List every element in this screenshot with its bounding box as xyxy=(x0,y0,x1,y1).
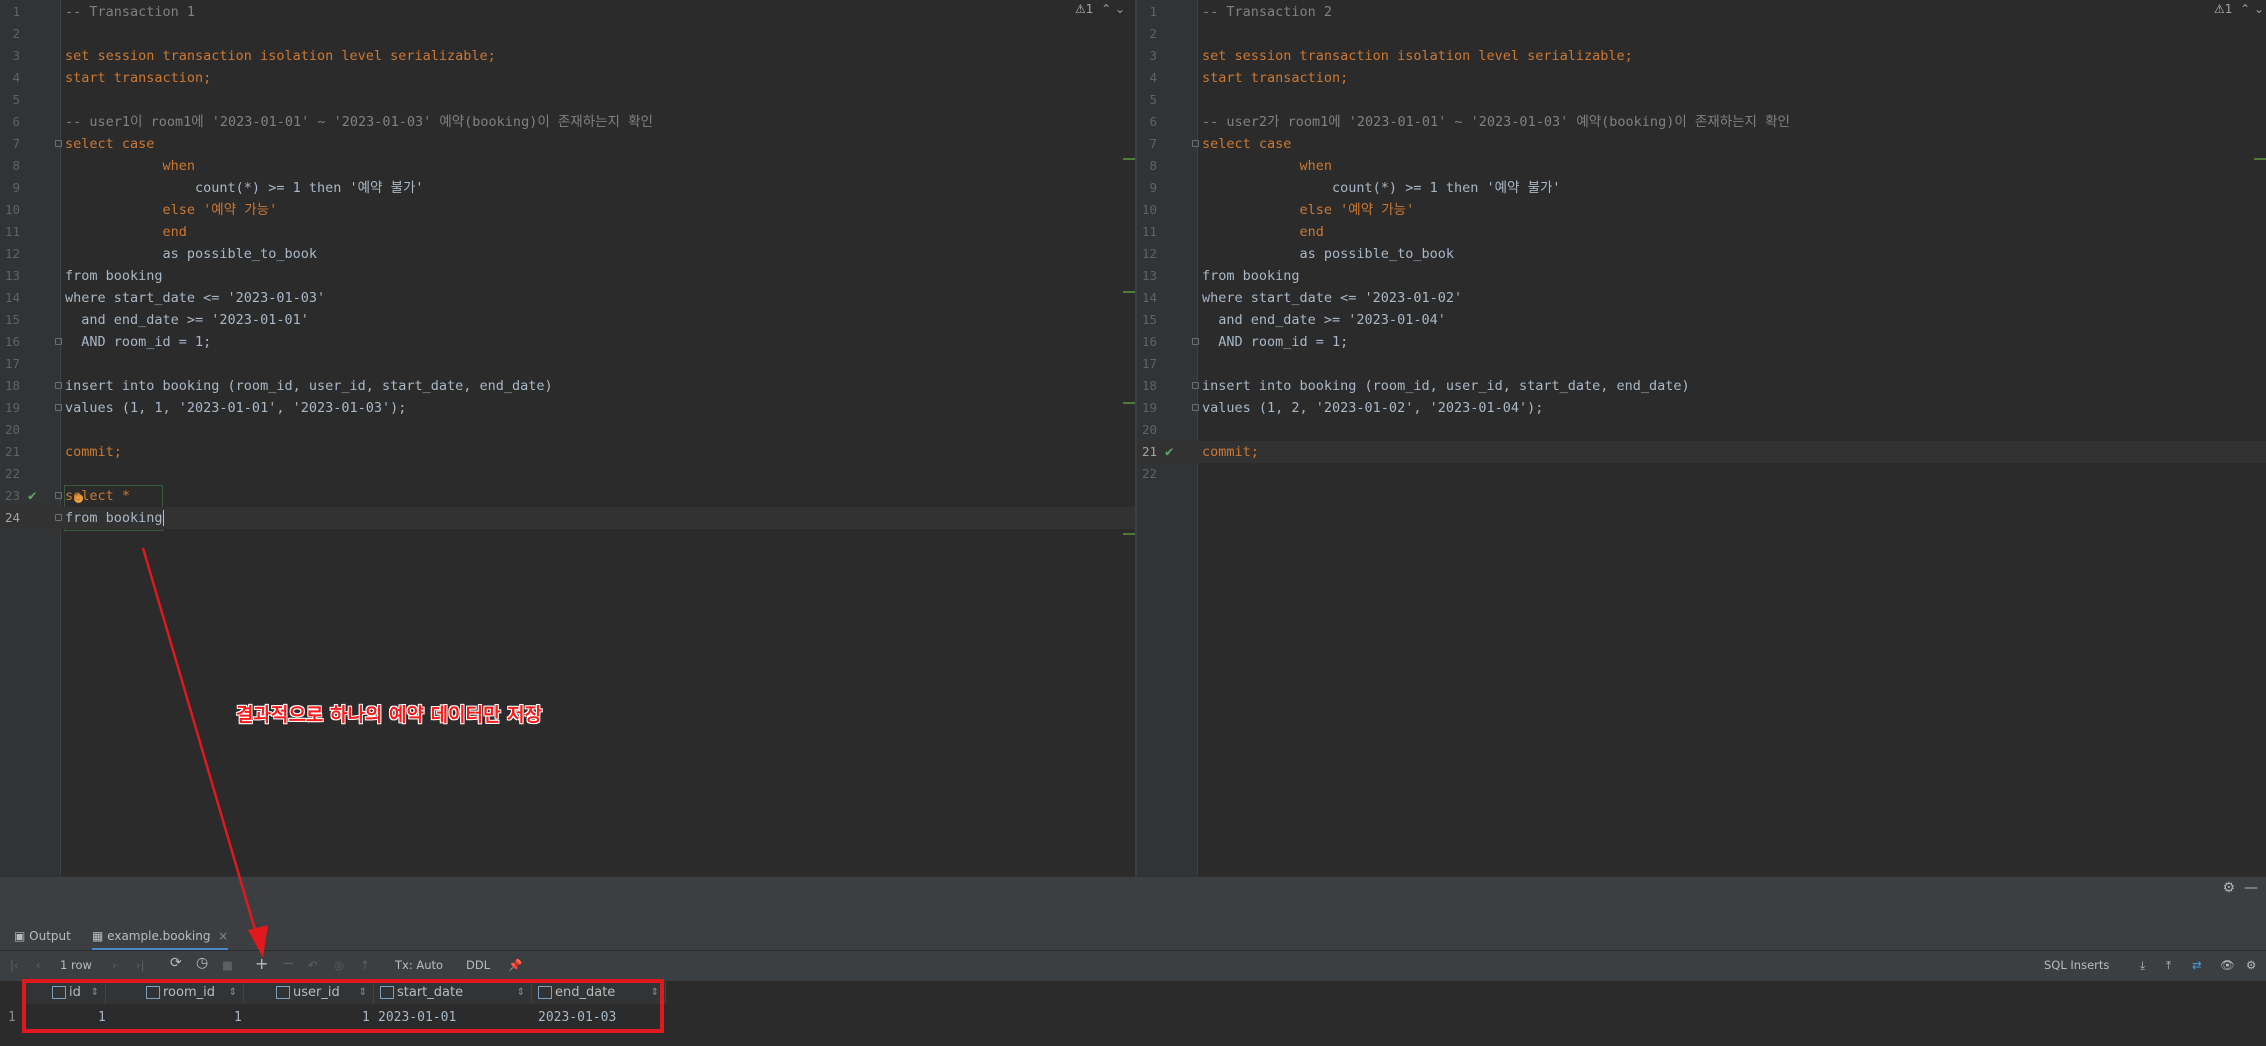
fold-icon[interactable] xyxy=(1192,382,1199,389)
text-caret xyxy=(162,510,164,526)
history-icon[interactable]: ◷ xyxy=(196,955,208,971)
panel-header: ⚙ — xyxy=(0,876,2266,899)
code-line: select * xyxy=(65,488,131,504)
annotation-text: 결과적으로 하나의 예약 데이터만 저장 xyxy=(236,704,543,726)
code-line: set session transaction isolation level … xyxy=(1202,48,1633,64)
code-lines: 1 -- Transaction 2 2 3 set session transac… xyxy=(1137,1,2266,485)
code-line: values (1, 2, '2023-01-02', '2023-01-04'… xyxy=(1202,400,1544,416)
close-icon[interactable]: × xyxy=(218,929,228,943)
editor-transaction-2[interactable]: ⚠1 ⌃ ⌄ 1 -- Transaction 2 2 3 set session … xyxy=(1137,0,2266,876)
code-line: and end_date >= '2023-01-04' xyxy=(1202,312,1446,328)
code-line: AND room_id = 1; xyxy=(65,334,212,350)
fold-icon[interactable] xyxy=(55,382,62,389)
last-page-icon[interactable]: ›| xyxy=(136,958,144,972)
fold-icon[interactable] xyxy=(1192,338,1199,345)
delete-row-icon[interactable]: − xyxy=(282,954,295,972)
results-toolbar: |‹ ‹ 1 row › ›| ⟳ ◷ ■ + − ↶ ◎ ↑ Tx: Auto… xyxy=(0,951,2266,981)
scrollbar-marker xyxy=(1123,533,1135,535)
upload-icon[interactable]: ⤒ xyxy=(2166,958,2171,973)
results-tabbar: ▣ Output ▦ example.booking × xyxy=(0,922,2266,950)
code-line: when xyxy=(65,158,196,174)
code-line: select case xyxy=(65,136,155,152)
submit-icon[interactable]: ↑ xyxy=(360,958,370,972)
annotation-highlight-box xyxy=(22,979,664,1033)
code-line: set session transaction isolation level … xyxy=(65,48,496,64)
code-line: -- Transaction 1 xyxy=(65,4,196,20)
fold-icon[interactable] xyxy=(55,140,62,147)
tx-mode-select[interactable]: Tx: Auto xyxy=(395,958,443,972)
fold-icon[interactable] xyxy=(55,514,62,521)
eye-icon[interactable]: 👁 xyxy=(2220,958,2235,972)
checkmark-icon: ✔ xyxy=(28,488,37,504)
ddl-button[interactable]: DDL xyxy=(466,958,490,972)
download-icon[interactable]: ⤓ xyxy=(2140,958,2145,973)
row-count[interactable]: 1 row xyxy=(60,958,92,972)
fold-icon[interactable] xyxy=(55,338,62,345)
code-line: insert into booking (room_id, user_id, s… xyxy=(65,378,553,394)
code-line: count(*) >= 1 then '예약 불가' xyxy=(65,180,424,196)
gear-icon[interactable]: ⚙ xyxy=(2223,880,2236,896)
code-line: -- user1이 room1에 '2023-01-01' ~ '2023-01… xyxy=(65,114,653,130)
fold-icon[interactable] xyxy=(55,404,62,411)
checkmark-icon: ✔ xyxy=(1165,444,1174,460)
next-page-icon[interactable]: › xyxy=(112,958,117,972)
code-line: insert into booking (room_id, user_id, s… xyxy=(1202,378,1690,394)
fold-icon[interactable] xyxy=(1192,404,1199,411)
compare-icon[interactable]: ⇄ xyxy=(2192,958,2202,972)
code-line: count(*) >= 1 then '예약 불가' xyxy=(1202,180,1561,196)
fold-icon[interactable] xyxy=(55,492,62,499)
code-line: where start_date <= '2023-01-03' xyxy=(65,290,326,306)
refresh-icon[interactable]: ⟳ xyxy=(170,955,182,971)
preview-icon[interactable]: ◎ xyxy=(334,958,344,972)
code-line: values (1, 1, '2023-01-01', '2023-01-03'… xyxy=(65,400,407,416)
code-line: as possible_to_book xyxy=(1202,246,1454,262)
code-line: AND room_id = 1; xyxy=(1202,334,1349,350)
code-line: commit; xyxy=(65,444,122,460)
tab-output[interactable]: ▣ Output xyxy=(14,922,71,950)
code-line: end xyxy=(1202,224,1324,240)
revert-icon[interactable]: ↶ xyxy=(308,958,318,972)
editor-transaction-1[interactable]: ⚠1 ⌃ ⌄ 1 -- Transaction 1 2 3 set session … xyxy=(0,0,1135,876)
code-line: and end_date >= '2023-01-01' xyxy=(65,312,309,328)
code-line: start transaction; xyxy=(1202,70,1349,86)
code-line: else '예약 가능' xyxy=(1202,202,1415,218)
code-line: -- Transaction 2 xyxy=(1202,4,1333,20)
code-line: where start_date <= '2023-01-02' xyxy=(1202,290,1463,306)
code-line: as possible_to_book xyxy=(65,246,317,262)
code-line: from booking xyxy=(65,268,163,284)
export-format-select[interactable]: SQL Inserts xyxy=(2044,958,2109,972)
code-line: start transaction; xyxy=(65,70,212,86)
console-icon: ▣ xyxy=(14,929,26,943)
code-line: -- user2가 room1에 '2023-01-01' ~ '2023-01… xyxy=(1202,114,1790,130)
minimize-icon[interactable]: — xyxy=(2244,880,2258,896)
stop-icon[interactable]: ■ xyxy=(222,958,233,972)
code-lines: 1 -- Transaction 1 2 3 set session transac… xyxy=(0,1,1135,529)
tab-example-booking[interactable]: ▦ example.booking × xyxy=(92,922,229,950)
add-row-icon[interactable]: + xyxy=(255,954,268,973)
code-line: end xyxy=(65,224,187,240)
code-line: select case xyxy=(1202,136,1292,152)
fold-icon[interactable] xyxy=(1192,140,1199,147)
prev-page-icon[interactable]: ‹ xyxy=(36,958,41,972)
pin-icon[interactable]: 📌 xyxy=(508,958,522,972)
code-line: when xyxy=(1202,158,1333,174)
code-line: from booking xyxy=(65,510,164,526)
row-number: 1 xyxy=(8,1010,16,1025)
panel-spacer xyxy=(0,898,2266,922)
code-line: from booking xyxy=(1202,268,1300,284)
code-line: commit; xyxy=(1202,444,1259,460)
first-page-icon[interactable]: |‹ xyxy=(10,958,18,972)
code-line: else '예약 가능' xyxy=(65,202,278,218)
table-icon: ▦ xyxy=(92,929,104,943)
settings-icon[interactable]: ⚙ xyxy=(2246,958,2256,972)
